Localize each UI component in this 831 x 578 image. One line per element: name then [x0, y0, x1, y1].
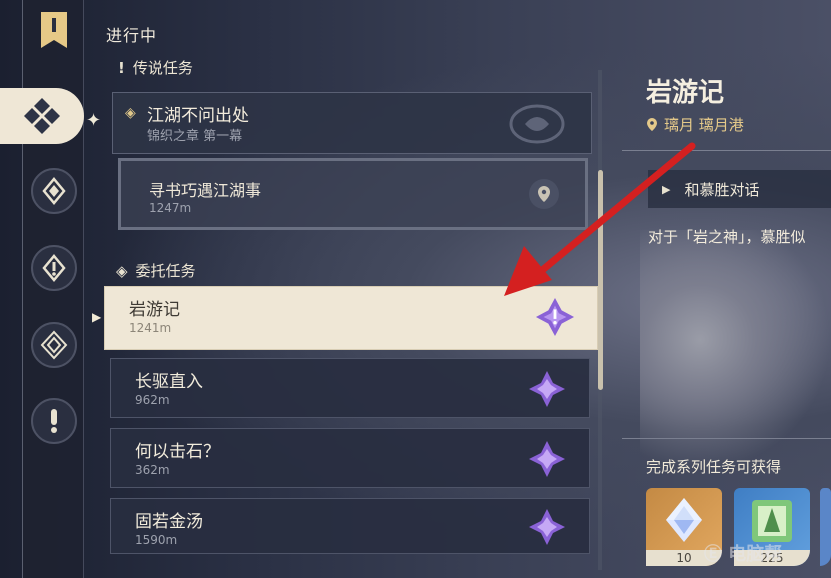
legend-quest-title: 江湖不问出处 — [147, 106, 249, 126]
commission-category-icon — [24, 98, 60, 134]
story-quest-category-icon[interactable] — [31, 245, 77, 291]
selected-indicator-icon: ▶ — [92, 310, 102, 324]
sparkle-icon: ✦ — [86, 110, 102, 131]
commission-diamond-icon: ◈ — [116, 261, 128, 280]
legend-substep-card[interactable]: 寻书巧遇江湖事 1247m — [118, 158, 588, 230]
quest-item[interactable]: 岩游记 1241m — [104, 286, 598, 350]
scrollbar-thumb[interactable] — [598, 170, 603, 390]
location-pin-button[interactable] — [529, 179, 559, 209]
legend-emblem-icon — [509, 104, 565, 144]
quest-distance: 962m — [135, 393, 170, 407]
location-pin-icon — [647, 118, 657, 131]
exclamation-icon: ! — [118, 58, 125, 77]
world-quest-category-icon[interactable] — [31, 322, 77, 368]
adventure-exp-icon — [752, 500, 792, 542]
substep-distance: 1247m — [149, 201, 192, 215]
character-silhouette — [640, 230, 831, 470]
archon-quest-category-icon[interactable] — [31, 168, 77, 214]
quest-step[interactable]: ▶ 和慕胜对话 — [648, 170, 831, 208]
quest-distance: 1241m — [129, 321, 172, 335]
primogem-icon — [666, 498, 702, 542]
quest-item[interactable]: 何以击石？ 362m — [110, 428, 590, 488]
quest-title: 长驱直入 — [135, 372, 203, 392]
reward-item-partial[interactable] — [820, 488, 831, 566]
quest-item[interactable]: 长驱直入 962m — [110, 358, 590, 418]
commission-section-label: 委托任务 — [135, 262, 196, 280]
legend-section-label: 传说任务 — [132, 59, 193, 77]
reward-label: 完成系列任务可获得 — [646, 458, 782, 476]
commission-quest-icon — [527, 507, 567, 547]
quest-marker-icon: ◈ — [125, 105, 136, 121]
commission-section-header: ◈ 委托任务 — [116, 260, 196, 281]
divider — [622, 438, 831, 439]
legend-quest-chapter: 锦织之章 第一幕 — [147, 129, 243, 144]
bookmark-icon[interactable] — [37, 8, 71, 52]
commission-category-tab-active[interactable] — [0, 88, 84, 144]
legend-quest-card[interactable]: ◈ 江湖不问出处 锦织之章 第一幕 — [112, 92, 592, 154]
quest-title: 何以击石？ — [135, 442, 220, 462]
quest-detail-title: 岩游记 — [646, 78, 725, 108]
quest-description: 对于「岩之神」，慕胜似 — [648, 228, 806, 246]
quest-distance: 362m — [135, 463, 170, 477]
commission-quest-icon — [535, 297, 575, 337]
quest-item[interactable]: 固若金汤 1590m — [110, 498, 590, 554]
quest-category-sidebar — [22, 0, 84, 578]
location-pin-icon — [538, 186, 550, 202]
in-progress-header: 进行中 — [106, 26, 158, 45]
substep-title: 寻书巧遇江湖事 — [149, 181, 262, 200]
divider — [622, 150, 831, 151]
commission-quest-icon — [527, 369, 567, 409]
quest-title: 岩游记 — [129, 300, 180, 320]
watermark: Ⓔ 电脑帮 — [704, 544, 783, 565]
quest-title: 固若金汤 — [135, 512, 203, 532]
watermark-text: 电脑帮 — [728, 544, 783, 565]
quest-location: 璃月 璃月港 — [646, 114, 744, 135]
quest-step-label: 和慕胜对话 — [684, 180, 760, 199]
commission-quest-icon — [527, 439, 567, 479]
event-quest-category-icon[interactable] — [31, 398, 77, 444]
location-text: 璃月 璃月港 — [664, 116, 744, 134]
legend-section-header: ! 传说任务 — [118, 57, 193, 78]
quest-distance: 1590m — [135, 533, 178, 547]
play-arrow-icon: ▶ — [662, 182, 671, 196]
